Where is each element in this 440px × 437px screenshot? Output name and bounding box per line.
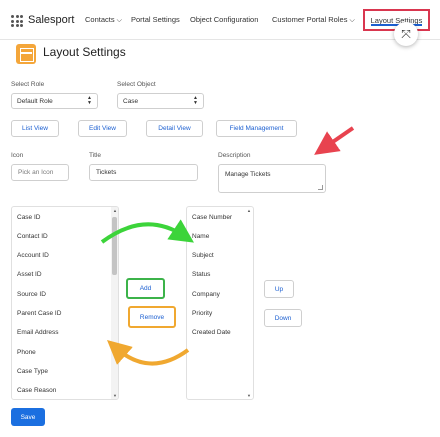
remove-arrow — [106, 340, 190, 366]
list-item[interactable]: Subject — [192, 252, 214, 259]
list-item[interactable]: Priority — [192, 310, 212, 317]
resize-handle[interactable] — [318, 185, 323, 190]
object-select[interactable]: Case ▲ ▼ — [117, 93, 204, 109]
up-button[interactable]: Up — [264, 280, 294, 298]
list-item[interactable]: Email Address — [17, 329, 59, 336]
title-input[interactable]: Tickets — [89, 164, 198, 181]
sort-arrows-icon: ▲ ▼ — [87, 95, 92, 106]
list-item[interactable]: Case ID — [17, 214, 40, 221]
nav-item-contacts[interactable]: Contacts ⌵ — [85, 15, 122, 25]
nav-item-object-configuration[interactable]: Object Configuration — [190, 15, 258, 24]
description-label: Description — [218, 152, 251, 159]
available-fields-list[interactable]: Case ID Contact ID Account ID Asset ID S… — [11, 206, 119, 400]
list-item[interactable]: Company — [192, 291, 220, 298]
chevron-down-icon: ⌵ — [116, 17, 122, 24]
sort-arrows-icon: ▲ ▼ — [193, 95, 198, 106]
page-title: Layout Settings — [43, 45, 126, 59]
list-item[interactable]: Created Date — [192, 329, 231, 336]
nav-item-customer-portal-roles[interactable]: Customer Portal Roles ⌵ — [272, 15, 355, 25]
description-arrow — [314, 126, 355, 155]
pick-icon-input[interactable]: Pick an Icon — [11, 164, 69, 181]
top-bar: Salesport Contacts ⌵ Portal Settings Obje… — [0, 0, 440, 40]
scroll-down-icon[interactable]: ▼ — [113, 393, 117, 398]
scroll-up-icon[interactable]: ▲ — [113, 208, 117, 213]
down-button[interactable]: Down — [264, 309, 302, 327]
list-item[interactable]: Status — [192, 271, 210, 278]
selected-fields-list[interactable]: Case Number Name Subject Status Company … — [186, 206, 254, 400]
list-item[interactable]: Source ID — [17, 291, 46, 298]
list-item[interactable]: Case Number — [192, 214, 232, 221]
nav-item-portal-settings[interactable]: Portal Settings — [131, 15, 180, 24]
remove-button[interactable]: Remove — [128, 306, 176, 328]
scroll-up-icon[interactable]: ▲ — [247, 208, 251, 213]
list-item[interactable]: Contact ID — [17, 233, 48, 240]
layout-icon — [16, 44, 36, 64]
chevron-down-icon: ⌵ — [349, 17, 355, 24]
tab-field-management[interactable]: Field Management — [216, 120, 297, 137]
app-name: Salesport — [28, 14, 75, 26]
tab-detail-view[interactable]: Detail View — [146, 120, 203, 137]
list-item[interactable]: Account ID — [17, 252, 49, 259]
add-button[interactable]: Add — [126, 278, 165, 299]
scroll-down-icon[interactable]: ▼ — [247, 393, 251, 398]
page-header: Layout Settings — [0, 40, 440, 68]
list-item[interactable]: Name — [192, 233, 209, 240]
save-button[interactable]: Save — [11, 408, 45, 426]
list-item[interactable]: Case Reason — [17, 387, 56, 394]
tab-edit-view[interactable]: Edit View — [78, 120, 127, 137]
expand-icon[interactable]: ⤧ — [394, 22, 418, 46]
app-launcher-icon[interactable] — [11, 15, 23, 27]
tab-list-view[interactable]: List View — [11, 120, 59, 137]
list-item[interactable]: Phone — [17, 349, 36, 356]
role-label: Select Role — [11, 81, 45, 88]
object-label: Select Object — [117, 81, 156, 88]
role-select[interactable]: Default Role ▲ ▼ — [11, 93, 98, 109]
description-textarea[interactable]: Manage Tickets — [218, 164, 326, 193]
scrollbar[interactable]: ▲ ▼ — [111, 207, 118, 399]
list-item[interactable]: Asset ID — [17, 271, 42, 278]
scrollbar-thumb[interactable] — [112, 217, 117, 275]
list-item[interactable]: Parent Case ID — [17, 310, 61, 317]
title-label: Title — [89, 152, 102, 159]
icon-label: Icon — [11, 152, 24, 159]
list-item[interactable]: Case Type — [17, 368, 48, 375]
